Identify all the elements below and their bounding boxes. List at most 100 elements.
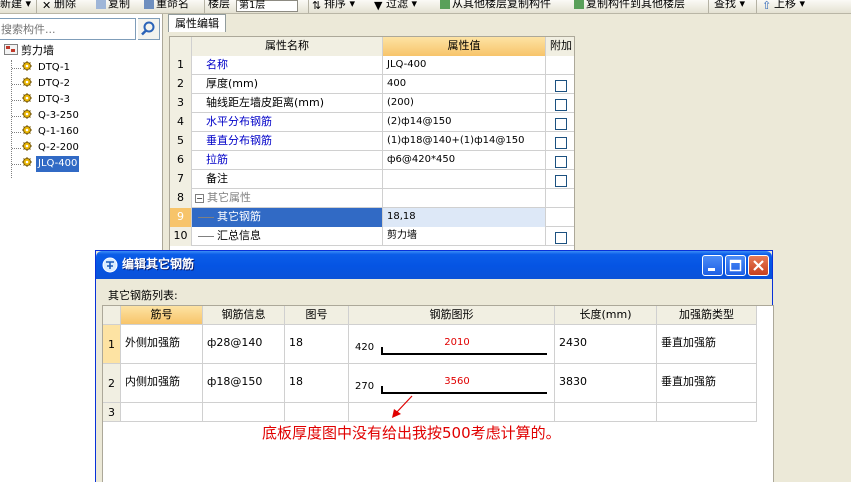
search-icon	[141, 21, 155, 36]
row-number: 7	[170, 170, 192, 189]
toolbar-separator	[36, 0, 37, 13]
copy-from-floor-button[interactable]: 从其他楼层复制构件	[440, 0, 551, 11]
rebar-cell-type[interactable]: 垂直加强筋	[657, 325, 757, 364]
rebar-cell-length[interactable]	[555, 403, 657, 422]
property-row[interactable]: 5 垂直分布钢筋 (1)ф18@140+(1)ф14@150	[170, 132, 574, 151]
maximize-button[interactable]	[725, 255, 746, 276]
property-row[interactable]: 6 拉筋 ф6@420*450	[170, 151, 574, 170]
sort-button[interactable]: ⇅ 排序 ▾	[312, 0, 355, 12]
tree-item[interactable]: DTQ-1	[22, 60, 72, 76]
tree-item[interactable]: Q-2-200	[22, 140, 81, 156]
property-value[interactable]: ф6@420*450	[383, 151, 546, 170]
rebar-cell-fig[interactable]	[285, 403, 349, 422]
rename-button[interactable]: 重命名	[144, 0, 189, 11]
property-row[interactable]: 10 汇总信息 剪力墙	[170, 227, 574, 246]
property-name: − 其它属性	[192, 189, 383, 208]
property-row[interactable]: 8− 其它属性	[170, 189, 574, 208]
rebar-cell-shape[interactable]	[349, 403, 555, 422]
tree-root-shear-wall[interactable]: 剪力墙	[4, 43, 54, 59]
rebar-cell-fig[interactable]: 18	[285, 325, 349, 364]
move-up-button[interactable]: ⇧ 上移 ▾	[762, 0, 805, 12]
find-button[interactable]: 查找 ▾	[714, 0, 745, 11]
move-up-label: 上移	[774, 0, 796, 10]
rebar-shape-drawing	[381, 347, 547, 355]
column-header[interactable]: 长度(mm)	[555, 306, 657, 325]
rebar-cell-length[interactable]: 2430	[555, 325, 657, 364]
rebar-cell-info[interactable]: ф18@150	[203, 364, 285, 403]
property-row[interactable]: 2 厚度(mm) 400	[170, 75, 574, 94]
minimize-button[interactable]	[702, 255, 723, 276]
row-number: 1	[103, 325, 121, 364]
property-row[interactable]: 3 轴线距左墙皮距离(mm) (200)	[170, 94, 574, 113]
close-button[interactable]	[748, 255, 769, 276]
extra-checkbox[interactable]	[555, 136, 567, 149]
property-value[interactable]	[383, 189, 546, 208]
property-name-text: 厚度(mm)	[206, 77, 259, 90]
copy-button[interactable]: 复制	[96, 0, 130, 11]
property-value[interactable]: (2)ф14@150	[383, 113, 546, 132]
search-input[interactable]	[0, 18, 136, 40]
rebar-cell-shape[interactable]: 420 2010	[349, 325, 555, 364]
header-property-value: 属性值	[383, 37, 546, 56]
property-value[interactable]: 剪力墙	[383, 227, 546, 246]
property-value[interactable]: (200)	[383, 94, 546, 113]
column-header[interactable]: 筋号	[121, 306, 203, 325]
rebar-cell-info[interactable]: ф28@140	[203, 325, 285, 364]
collapse-icon[interactable]: −	[195, 194, 204, 203]
row-number: 4	[170, 113, 192, 132]
gear-icon	[22, 157, 32, 167]
property-row[interactable]: 1 名称 JLQ-400	[170, 56, 574, 75]
extra-checkbox[interactable]	[555, 98, 567, 111]
extra-checkbox[interactable]	[555, 117, 567, 130]
copy-to-floor-button[interactable]: 复制构件到其他楼层	[574, 0, 685, 11]
extra-cell	[546, 151, 574, 170]
floor-select[interactable]: 第1层	[236, 0, 298, 12]
copy-to-floor-label: 复制构件到其他楼层	[586, 0, 685, 10]
tree-item[interactable]: DTQ-2	[22, 76, 72, 92]
header-row-number	[103, 306, 121, 325]
new-button[interactable]: 新建 ▾	[0, 0, 31, 11]
property-value[interactable]: 18,18	[383, 208, 546, 227]
tree-item[interactable]: DTQ-3	[22, 92, 72, 108]
extra-cell	[546, 75, 574, 94]
extra-checkbox[interactable]	[555, 231, 567, 244]
filter-button[interactable]: ▼ 过滤 ▾	[374, 0, 417, 12]
property-value[interactable]: (1)ф18@140+(1)ф14@150	[383, 132, 546, 151]
rebar-cell-type[interactable]: 垂直加强筋	[657, 364, 757, 403]
tab-property-edit[interactable]: 属性编辑	[168, 14, 226, 32]
search-box	[0, 18, 161, 40]
extra-checkbox[interactable]	[555, 79, 567, 92]
tree-item[interactable]: Q-3-250	[22, 108, 81, 124]
rebar-cell-info[interactable]	[203, 403, 285, 422]
rebar-cell-length[interactable]: 3830	[555, 364, 657, 403]
column-header[interactable]: 图号	[285, 306, 349, 325]
tree-item-label: JLQ-400	[36, 156, 80, 172]
tree-item[interactable]: Q-1-160	[22, 124, 81, 140]
property-value[interactable]: 400	[383, 75, 546, 94]
column-header[interactable]: 钢筋图形	[349, 306, 555, 325]
property-name: 名称	[192, 56, 383, 75]
shape-left-length: 420	[355, 342, 375, 353]
rebar-cell-type[interactable]	[657, 403, 757, 422]
extra-cell	[546, 94, 574, 113]
delete-button[interactable]: ✕ 删除	[42, 0, 76, 12]
tree-item[interactable]: JLQ-400	[22, 156, 80, 172]
column-header[interactable]: 钢筋信息	[203, 306, 285, 325]
extra-checkbox[interactable]	[555, 155, 567, 168]
property-row[interactable]: 4 水平分布钢筋 (2)ф14@150	[170, 113, 574, 132]
dialog-titlebar[interactable]: 编辑其它钢筋	[96, 251, 772, 279]
property-value[interactable]: JLQ-400	[383, 56, 546, 75]
search-button[interactable]	[138, 18, 160, 40]
rebar-cell-name[interactable]: 外侧加强筋	[121, 325, 203, 364]
app-icon	[102, 257, 118, 273]
tree-item-label: DTQ-2	[38, 78, 70, 89]
property-row[interactable]: 7 备注	[170, 170, 574, 189]
property-value[interactable]	[383, 170, 546, 189]
rebar-cell-name[interactable]	[121, 403, 203, 422]
rebar-cell-fig[interactable]: 18	[285, 364, 349, 403]
property-row[interactable]: 9 其它钢筋 18,18	[170, 208, 574, 227]
rebar-cell-shape[interactable]: 270 3560	[349, 364, 555, 403]
rebar-cell-name[interactable]: 内侧加强筋	[121, 364, 203, 403]
column-header[interactable]: 加强筋类型	[657, 306, 757, 325]
extra-checkbox[interactable]	[555, 174, 567, 187]
